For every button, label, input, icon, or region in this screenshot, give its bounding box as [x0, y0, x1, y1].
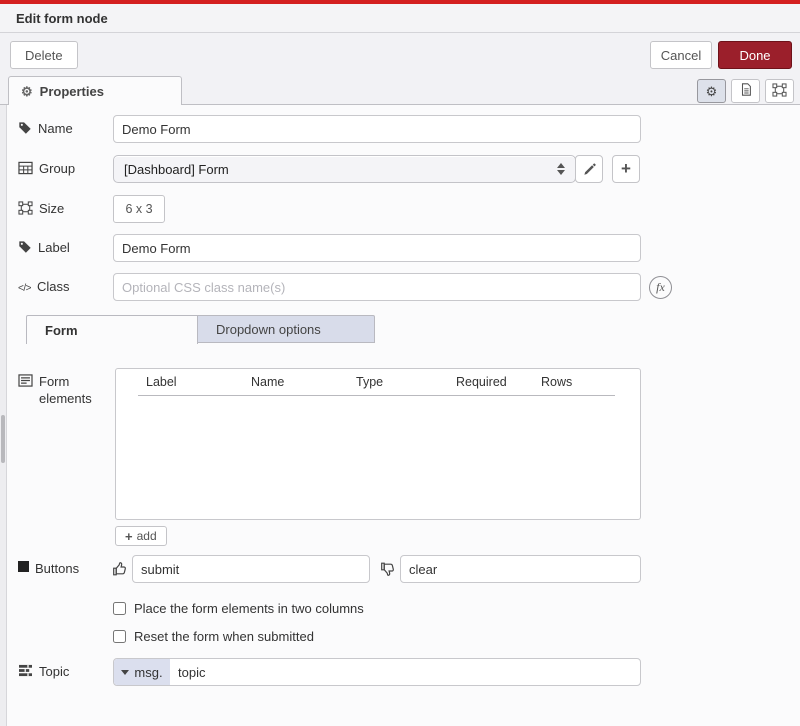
submit-button-text-input[interactable] [132, 555, 370, 583]
thumbs-up-icon [112, 561, 128, 577]
select-arrows-icon [557, 163, 565, 175]
form-elements-label: Form elements [18, 373, 110, 407]
topic-label: Topic [18, 663, 110, 680]
two-columns-checkbox[interactable] [113, 602, 126, 615]
group-label: Group [18, 160, 110, 177]
label-input[interactable] [113, 234, 641, 262]
fx-icon: fx [656, 280, 665, 295]
topic-typed-input: msg. [113, 658, 641, 686]
chevron-down-icon [121, 670, 129, 675]
reset-form-option: Reset the form when submitted [113, 629, 314, 644]
delete-button[interactable]: Delete [10, 41, 78, 69]
topic-type-select[interactable]: msg. [114, 659, 170, 685]
column-header-type: Type [356, 375, 383, 389]
tab-properties[interactable]: ⚙ Properties [8, 76, 182, 105]
list-icon [18, 374, 33, 387]
table-header-rule [138, 395, 615, 396]
resize-icon [772, 83, 787, 100]
form-elements-table[interactable]: Label Name Type Required Rows [115, 368, 641, 520]
group-selected-value: [Dashboard] Form [124, 162, 557, 177]
column-header-rows: Rows [541, 375, 572, 389]
fx-expand-button[interactable]: fx [649, 276, 672, 299]
gear-icon: ⚙ [21, 85, 33, 98]
form-subtabs: Form Dropdown options [26, 315, 375, 344]
two-columns-option: Place the form elements in two columns [113, 601, 364, 616]
add-element-button[interactable]: + add [115, 526, 167, 546]
left-scroll-gutter [0, 105, 7, 726]
thumbs-down-icon [380, 561, 396, 577]
buttons-label: Buttons [18, 560, 110, 577]
edit-form-content: Name Group [Dashboard] Form + Size 6 x 3… [0, 105, 800, 726]
class-label: </> Class [18, 278, 110, 297]
subtab-form[interactable]: Form [26, 315, 198, 344]
table-icon [18, 161, 33, 175]
name-input[interactable] [113, 115, 641, 143]
editor-tabbar: ⚙ Properties ⚙ [0, 77, 800, 105]
label-field-label: Label [18, 239, 110, 256]
properties-tab-label: Properties [40, 84, 104, 99]
subtab-dropdown-options[interactable]: Dropdown options [198, 315, 375, 343]
resize-icon [18, 201, 33, 215]
description-icon-button[interactable] [731, 79, 760, 103]
plus-icon: + [125, 529, 133, 544]
topic-type-value: msg. [134, 665, 162, 680]
column-header-required: Required [456, 375, 507, 389]
reset-form-checkbox[interactable] [113, 630, 126, 643]
topic-input[interactable] [170, 659, 640, 685]
square-icon [18, 561, 29, 572]
column-header-label: Label [146, 375, 177, 389]
class-input[interactable] [113, 273, 641, 301]
tag-icon [18, 121, 32, 135]
tray-header: Edit form node [0, 4, 800, 33]
done-button[interactable]: Done [718, 41, 792, 69]
two-columns-label: Place the form elements in two columns [134, 601, 364, 616]
column-header-name: Name [251, 375, 284, 389]
add-group-button[interactable]: + [612, 155, 640, 183]
gear-icon: ⚙ [706, 85, 718, 98]
cancel-button[interactable]: Cancel [650, 41, 712, 69]
scrollbar-thumb[interactable] [1, 415, 5, 463]
plus-icon: + [621, 159, 631, 179]
reset-form-label: Reset the form when submitted [134, 629, 314, 644]
tasks-icon [18, 664, 33, 677]
edit-group-button[interactable] [575, 155, 603, 183]
pencil-icon [583, 163, 596, 176]
name-label: Name [18, 120, 110, 137]
properties-icon-button[interactable]: ⚙ [697, 79, 726, 103]
tag-icon [18, 240, 32, 254]
group-select[interactable]: [Dashboard] Form [113, 155, 576, 183]
size-label: Size [18, 200, 110, 217]
add-button-label: add [137, 529, 157, 543]
dialog-title: Edit form node [16, 11, 108, 26]
size-button[interactable]: 6 x 3 [113, 195, 165, 223]
document-icon [739, 82, 753, 100]
tray-toolbar: Delete Cancel Done [0, 33, 800, 77]
appearance-icon-button[interactable] [765, 79, 794, 103]
clear-button-text-input[interactable] [400, 555, 641, 583]
code-icon: </> [18, 280, 31, 297]
